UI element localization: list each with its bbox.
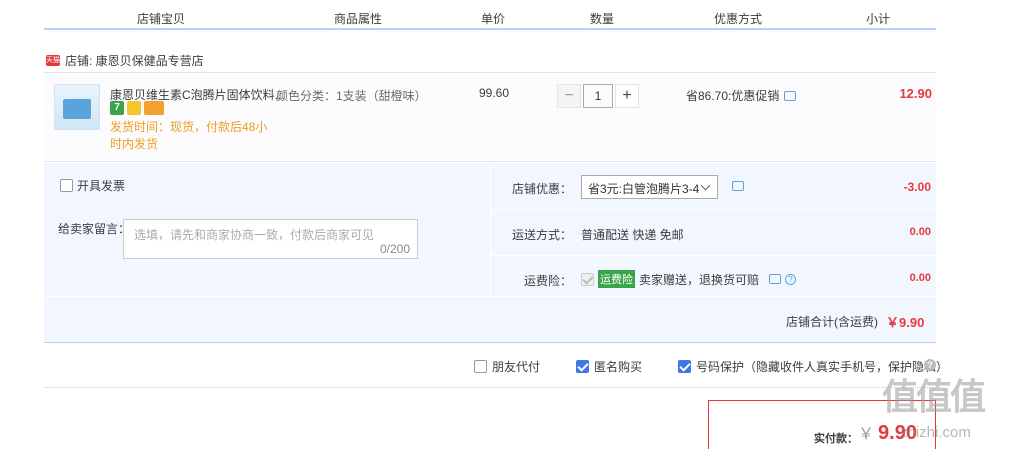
col-attributes: 商品属性 [334,12,383,26]
delivery-label: 运送方式： [512,228,573,242]
shop-discount-amount: -3.00 [903,180,931,194]
shop-discount-label: 店铺优惠： [512,182,573,196]
quantity-input[interactable]: 1 [583,84,613,108]
row-divider [491,209,936,210]
decrease-button[interactable]: − [557,84,581,108]
message-box [123,219,418,259]
anonymous-label: 匿名购买 [594,360,643,374]
divider [44,387,936,388]
message-counter: 0/200 [380,242,411,256]
message-label: 给卖家留言： [58,222,131,236]
shop-total: 店铺合计(含运费) ￥9.90 [786,312,924,331]
service-badges: 7 [110,101,164,115]
insurance-checkbox [581,272,594,286]
row-divider [44,296,936,297]
row-divider [491,255,936,256]
friend-pay-option[interactable]: 朋友代付 [474,358,540,375]
invoice-label: 开具发票 [77,179,126,193]
shop-discount-select[interactable]: 省3元:白管泡腾片3-4 [581,175,718,199]
cart-header: 店铺宝贝 商品属性 单价 数量 优惠方式 小计 [44,0,936,30]
chevron-down-icon [700,180,711,191]
column-divider [490,163,491,296]
payment-label: 实付款： [814,433,858,445]
anonymous-option[interactable]: 匿名购买 [576,358,642,375]
shop-total-label: 店铺合计(含运费) [786,315,878,329]
help-icon[interactable]: ? [785,273,797,285]
col-unit-price: 单价 [481,12,506,26]
shop-header: 天猫 店铺: 康恩贝保健品专营店 [46,52,204,69]
col-discount: 优惠方式 [714,12,763,26]
card-icon[interactable] [144,101,164,115]
chat-icon[interactable] [784,90,797,101]
col-subtotal: 小计 [866,12,891,26]
col-shop-item: 店铺宝贝 [137,12,186,26]
shipping-time: 发货时间：现货，付款后48小时内发货 [110,120,268,151]
watermark-site: zhizhi.com [900,424,971,441]
insurance-label: 运费险： [524,274,573,288]
promotion-text: 省86.70:优惠促销 [686,89,780,103]
guarantee-icon[interactable] [127,101,141,115]
promotion: 省86.70:优惠促销 [686,87,797,104]
shop-name[interactable]: 店铺: 康恩贝保健品专营店 [65,52,204,69]
item-subtotal: 12.90 [899,86,932,101]
currency-symbol: ￥ [858,426,875,443]
increase-button[interactable]: + [615,84,639,108]
number-protect-checkbox[interactable] [678,360,692,373]
chat-icon[interactable] [732,181,744,191]
delivery-value: 普通配送 快递 免邮 [581,228,684,242]
insurance-amount: 0.00 [909,272,931,284]
tmall-icon: 天猫 [46,55,60,66]
unit-price: 99.60 [479,86,510,100]
chat-icon[interactable] [769,274,782,284]
seven-day-return-icon[interactable]: 7 [110,101,124,115]
invoice-checkbox[interactable] [60,179,73,192]
invoice-option[interactable]: 开具发票 [60,177,125,194]
friend-pay-checkbox[interactable] [474,360,487,373]
product-thumbnail[interactable] [54,84,100,130]
product-attribute: 颜色分类：1支装（甜橙味） [276,89,427,103]
message-input[interactable] [124,220,417,258]
anonymous-checkbox[interactable] [576,360,590,373]
col-quantity: 数量 [590,12,615,26]
quantity-stepper: − 1 + [557,84,639,108]
delivery-amount: 0.00 [909,226,931,238]
shop-discount-selected: 省3元:白管泡腾片3-4 [588,182,700,196]
shop-total-value: ￥9.90 [886,315,925,330]
extra-options: 朋友代付 匿名购买 号码保护（隐藏收件人真实手机号，保护隐私） [474,358,948,375]
friend-pay-label: 朋友代付 [492,360,541,374]
insurance-tag: 运费险 [598,270,635,288]
insurance-option: 运费险 卖家赠送，退换货可赔 ? [581,270,797,288]
insurance-value: 卖家赠送，退换货可赔 [639,272,760,287]
watermark-logo: 值值值 [882,376,986,417]
